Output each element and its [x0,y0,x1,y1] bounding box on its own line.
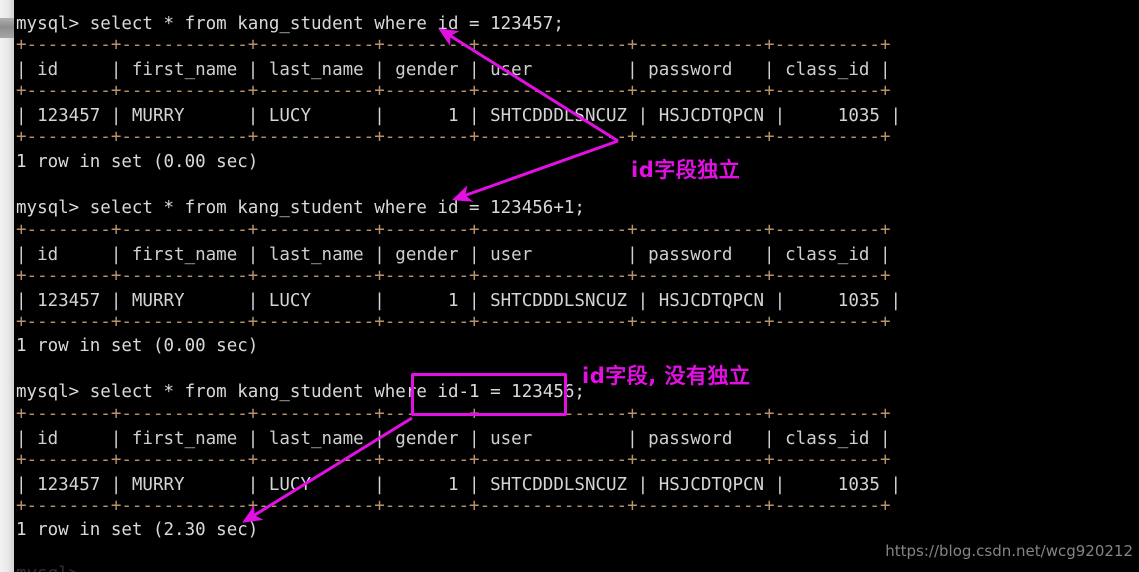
table-separator-top-2: +--------+------------+-----------+-----… [16,220,891,240]
table-separator-bottom-2: +--------+------------+-----------+-----… [16,312,891,332]
vertical-scrollbar[interactable] [0,0,14,572]
table-separator-bottom-1: +--------+------------+-----------+-----… [16,127,891,147]
status-line-3: 1 row in set (2.30 sec) [16,520,259,540]
table-header-2: | id | first_name | last_name | gender |… [16,245,891,265]
table-row: | 123457 | MURRY | LUCY | 1 | SHTCDDDLSN… [16,475,902,495]
watermark-url: https://blog.csdn.net/wcg920212 [885,542,1133,560]
terminal-screenshot: mysql> select * from kang_student where … [0,0,1139,572]
scrollbar-thumb[interactable] [0,18,14,38]
table-separator-bottom-3: +--------+------------+-----------+-----… [16,496,891,516]
table-header-1: | id | first_name | last_name | gender |… [16,60,891,80]
command-line-1: mysql> select * from kang_student where … [16,14,564,34]
command-line-2: mysql> select * from kang_student where … [16,198,585,218]
status-line-2: 1 row in set (0.00 sec) [16,336,259,356]
annotation-id-not-independent: id字段, 没有独立 [582,364,751,388]
table-separator-top-1: +--------+------------+-----------+-----… [16,35,891,55]
annotation-id-independent: id字段独立 [631,158,741,182]
table-header-3: | id | first_name | last_name | gender |… [16,429,891,449]
terminal-output[interactable]: mysql> select * from kang_student where … [14,0,1139,572]
highlight-box-expression [411,373,567,416]
table-row: | 123457 | MURRY | LUCY | 1 | SHTCDDDLSN… [16,106,902,126]
table-separator-mid-2: +--------+------------+-----------+-----… [16,266,891,286]
table-separator-mid-1: +--------+------------+-----------+-----… [16,81,891,101]
status-line-1: 1 row in set (0.00 sec) [16,152,259,172]
table-row: | 123457 | MURRY | LUCY | 1 | SHTCDDDLSN… [16,291,902,311]
table-separator-mid-3: +--------+------------+-----------+-----… [16,450,891,470]
trailing-prompt: mysql> [16,565,79,572]
